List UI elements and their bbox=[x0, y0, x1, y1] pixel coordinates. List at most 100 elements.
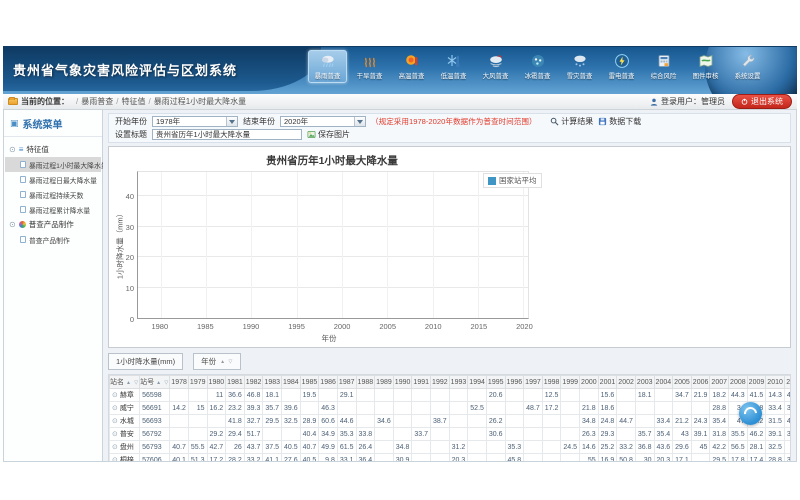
col-year-1995[interactable]: 1995 bbox=[486, 376, 505, 389]
x-tick-label: 1990 bbox=[243, 322, 260, 331]
nav-item-高温普查[interactable]: 高温普查 bbox=[392, 50, 431, 83]
col-year-1999[interactable]: 1999 bbox=[561, 376, 580, 389]
nav-item-暴雨普查[interactable]: 暴雨普查 bbox=[308, 50, 347, 83]
breadcrumb-item[interactable]: 暴雨过程1小时最大降水量 bbox=[154, 97, 246, 106]
y-tick-label: 40 bbox=[111, 192, 134, 201]
save-image-button[interactable]: 保存图片 bbox=[307, 129, 350, 140]
col-station-id[interactable]: 站号 ▲ ▽ bbox=[140, 376, 170, 389]
nav-item-综合风险[interactable]: 综合风险 bbox=[644, 50, 683, 83]
table-row-桐梓[interactable]: ⊙桐梓5760640.151.317.228.233.241.127.640.5… bbox=[110, 454, 792, 463]
col-year-1992[interactable]: 1992 bbox=[431, 376, 450, 389]
sidebar-item-暴雨过程持续天数[interactable]: 暴雨过程持续天数 bbox=[5, 187, 101, 202]
app-title-banner: 贵州省气象灾害风险评估与区划系统 bbox=[3, 47, 321, 91]
x-tick-label: 1985 bbox=[197, 322, 214, 331]
nav-item-冰雹普查[interactable]: 冰雹普查 bbox=[518, 50, 557, 83]
row-expander-icon[interactable]: ⊙ bbox=[112, 444, 118, 451]
breadcrumb-prefix: 当前的位置： bbox=[21, 96, 69, 107]
sidebar-item-普查产品制作[interactable]: 普查产品制作 bbox=[5, 232, 101, 247]
sidebar-group-普查产品制作[interactable]: ⊙普查产品制作 bbox=[5, 217, 101, 232]
low-temp-survey-icon bbox=[435, 53, 472, 71]
download-button[interactable]: 数据下载 bbox=[598, 116, 641, 127]
table-row-威宁[interactable]: ⊙威宁5669114.21516.223.239.335.739.646.352… bbox=[110, 402, 792, 415]
col-year-2004[interactable]: 2004 bbox=[654, 376, 673, 389]
x-tick-label: 2015 bbox=[471, 322, 488, 331]
col-year-1984[interactable]: 1984 bbox=[282, 376, 301, 389]
nav-item-系统设置[interactable]: 系统设置 bbox=[728, 50, 767, 83]
col-year-2008[interactable]: 2008 bbox=[729, 376, 748, 389]
col-year-2000[interactable]: 2000 bbox=[580, 376, 599, 389]
breadcrumb-item[interactable]: 特征值 bbox=[121, 97, 145, 106]
col-year-1979[interactable]: 1979 bbox=[188, 376, 207, 389]
nav-item-干旱普查[interactable]: 干旱普查 bbox=[350, 50, 389, 83]
logout-button[interactable]: 退出系统 bbox=[732, 94, 792, 109]
col-year-1998[interactable]: 1998 bbox=[542, 376, 561, 389]
col-year-2010[interactable]: 2010 bbox=[766, 376, 785, 389]
table-row-赫章[interactable]: ⊙赫章565981136.646.818.119.529.120.612.515… bbox=[110, 389, 792, 402]
expander-icon[interactable]: ⊙ bbox=[9, 146, 16, 154]
sidebar-item-暴雨过程日最大降水量[interactable]: 暴雨过程日最大降水量 bbox=[5, 172, 101, 187]
col-year-1994[interactable]: 1994 bbox=[468, 376, 487, 389]
chart-title-input[interactable] bbox=[152, 129, 302, 140]
row-expander-icon[interactable]: ⊙ bbox=[112, 405, 118, 412]
col-year-2003[interactable]: 2003 bbox=[635, 376, 654, 389]
col-year-1989[interactable]: 1989 bbox=[375, 376, 394, 389]
breadcrumb-bar: 当前的位置： /暴雨普查/特征值/暴雨过程1小时最大降水量 登录用户：管理员 退… bbox=[3, 94, 797, 110]
col-year-1982[interactable]: 1982 bbox=[244, 376, 263, 389]
breadcrumb-item[interactable]: 暴雨普查 bbox=[81, 97, 113, 106]
col-year-1981[interactable]: 1981 bbox=[226, 376, 245, 389]
row-expander-icon[interactable]: ⊙ bbox=[112, 431, 118, 438]
user-icon bbox=[650, 98, 658, 106]
col-year-2001[interactable]: 2001 bbox=[598, 376, 617, 389]
rainstorm-survey-icon bbox=[309, 53, 346, 71]
end-year-select[interactable]: 2020年 bbox=[280, 116, 366, 127]
column-field-chip[interactable]: 年份 ▲ ▽ bbox=[193, 353, 241, 370]
col-year-2002[interactable]: 2002 bbox=[617, 376, 636, 389]
col-year-1986[interactable]: 1986 bbox=[319, 376, 338, 389]
value-field-chip[interactable]: 1小时降水量(mm) bbox=[108, 353, 183, 370]
col-station-name[interactable]: 站名 ▲ ▽ bbox=[110, 376, 140, 389]
nav-item-大风普查[interactable]: 大风普查 bbox=[476, 50, 515, 83]
expander-icon[interactable]: ⊙ bbox=[9, 221, 16, 229]
sidebar-item-暴雨过程累计降水量[interactable]: 暴雨过程累计降水量 bbox=[5, 202, 101, 217]
magnifier-icon bbox=[550, 117, 559, 126]
logged-in-user: 登录用户：管理员 bbox=[650, 96, 725, 107]
table-row-普安[interactable]: ⊙普安5679229.229.451.740.434.935.333.833.7… bbox=[110, 428, 792, 441]
row-expander-icon[interactable]: ⊙ bbox=[112, 457, 118, 462]
col-year-1978[interactable]: 1978 bbox=[170, 376, 189, 389]
col-year-2011[interactable]: 2011 bbox=[784, 376, 791, 389]
sidebar-item-暴雨过程1小时最大降水量[interactable]: 暴雨过程1小时最大降水量 bbox=[5, 157, 101, 172]
col-year-1983[interactable]: 1983 bbox=[263, 376, 282, 389]
sidebar-group-特征值[interactable]: ⊙≡特征值 bbox=[5, 142, 101, 157]
content-area: ▣ 系统菜单 ⊙≡特征值暴雨过程1小时最大降水量暴雨过程日最大降水量暴雨过程持续… bbox=[3, 110, 797, 462]
col-year-2006[interactable]: 2006 bbox=[691, 376, 710, 389]
nav-item-雪灾普查[interactable]: 雪灾普查 bbox=[560, 50, 599, 83]
col-year-2007[interactable]: 2007 bbox=[710, 376, 729, 389]
start-year-select[interactable]: 1978年 bbox=[152, 116, 238, 127]
breadcrumb: /暴雨普查/特征值/暴雨过程1小时最大降水量 bbox=[73, 96, 246, 107]
chevron-down-icon[interactable] bbox=[226, 117, 237, 126]
drought-survey-icon bbox=[351, 53, 388, 71]
table-row-盘州[interactable]: ⊙盘州5679340.755.542.72643.737.540.540.749… bbox=[110, 441, 792, 454]
col-year-2005[interactable]: 2005 bbox=[673, 376, 692, 389]
row-expander-icon[interactable]: ⊙ bbox=[112, 392, 118, 399]
row-expander-icon[interactable]: ⊙ bbox=[112, 418, 118, 425]
sort-icons[interactable]: ▲ ▽ bbox=[220, 359, 233, 365]
nav-item-低温普查[interactable]: 低温普查 bbox=[434, 50, 473, 83]
col-year-1993[interactable]: 1993 bbox=[449, 376, 468, 389]
col-year-1980[interactable]: 1980 bbox=[207, 376, 226, 389]
col-year-1990[interactable]: 1990 bbox=[393, 376, 412, 389]
col-year-1991[interactable]: 1991 bbox=[412, 376, 431, 389]
nav-item-图件审核[interactable]: 图件审核 bbox=[686, 50, 725, 83]
col-year-2009[interactable]: 2009 bbox=[747, 376, 766, 389]
col-year-1987[interactable]: 1987 bbox=[337, 376, 356, 389]
settings-icon bbox=[729, 53, 766, 71]
document-icon bbox=[20, 191, 26, 198]
col-year-1988[interactable]: 1988 bbox=[356, 376, 375, 389]
col-year-1997[interactable]: 1997 bbox=[524, 376, 543, 389]
calculate-button[interactable]: 计算结果 bbox=[550, 116, 593, 127]
col-year-1985[interactable]: 1985 bbox=[300, 376, 319, 389]
table-row-水城[interactable]: ⊙水城5669341.832.729.532.528.960.644.634.6… bbox=[110, 415, 792, 428]
chevron-down-icon[interactable] bbox=[354, 117, 365, 126]
col-year-1996[interactable]: 1996 bbox=[505, 376, 524, 389]
nav-item-雷电普查[interactable]: 雷电普查 bbox=[602, 50, 641, 83]
